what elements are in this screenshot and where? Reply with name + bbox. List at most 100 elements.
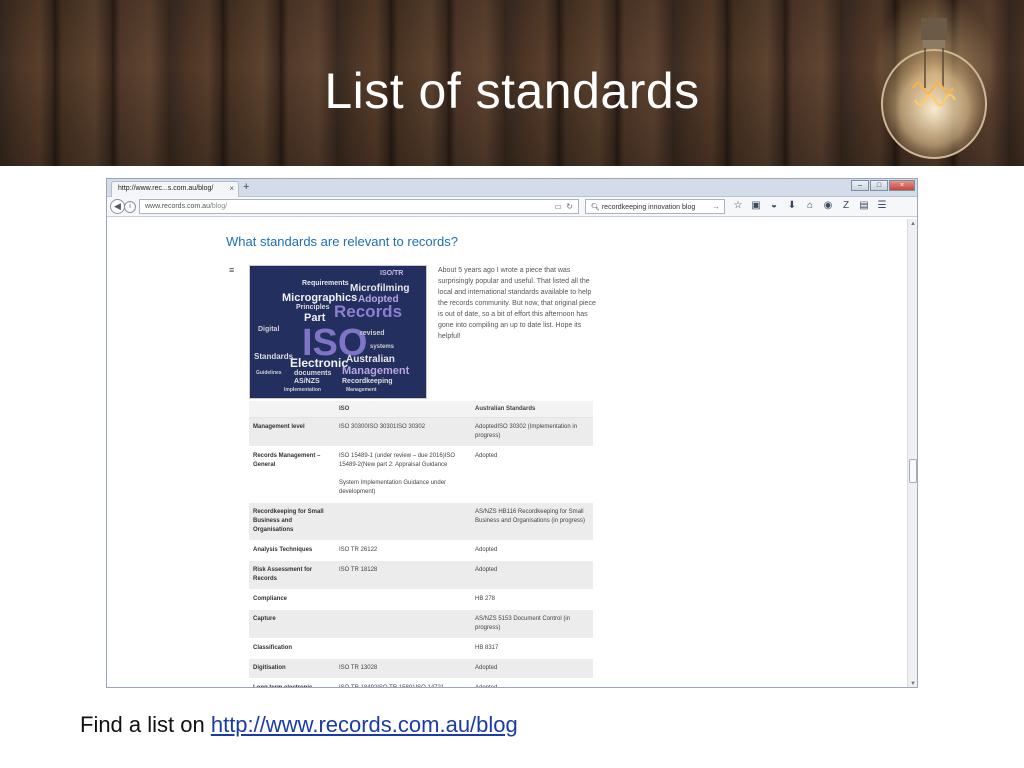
row-australian-cell: Adopted bbox=[471, 560, 593, 590]
wordcloud-word: Records bbox=[334, 302, 403, 321]
row-topic-cell: Capture bbox=[249, 609, 335, 639]
minimize-button[interactable]: – bbox=[851, 180, 869, 191]
reader-reload-icons: ▭ ↻ bbox=[554, 202, 573, 211]
wordcloud-word: Management bbox=[342, 365, 410, 377]
footer-text: Find a list on bbox=[80, 712, 211, 737]
blog-link[interactable]: http://www.records.com.au/blog bbox=[211, 712, 518, 737]
wordcloud-word: revised bbox=[360, 330, 385, 337]
standard-post-icon: ≡ bbox=[229, 265, 235, 275]
row-topic-cell: Management level bbox=[249, 417, 335, 447]
scroll-down-icon[interactable]: ▼ bbox=[909, 680, 917, 687]
row-topic-cell: Compliance bbox=[249, 589, 335, 610]
address-bar[interactable]: www.records.com.au/blog/ ▭ ↻ bbox=[139, 199, 579, 214]
browser-window: http://www.rec...s.com.au/blog/ × + – □ … bbox=[106, 178, 918, 688]
new-tab-button[interactable]: + bbox=[243, 181, 249, 193]
row-australian-cell: AS/NZS HB116 Recordkeeping for Small Bus… bbox=[471, 502, 593, 541]
column-header: ISO bbox=[335, 401, 471, 418]
row-australian-cell: Adopted bbox=[471, 540, 593, 561]
row-iso-cell: ISO TR 18492ISO TR 15801ISO 14721 bbox=[335, 678, 471, 687]
row-iso-note: System Implementation Guidance under dev… bbox=[339, 480, 447, 495]
wordcloud-word: Requirements bbox=[302, 280, 349, 287]
row-iso-cell bbox=[335, 638, 471, 659]
reload-icon[interactable]: ↻ bbox=[566, 202, 573, 211]
reader-view-icon[interactable]: ▭ bbox=[554, 202, 562, 211]
row-topic-cell: Recordkeeping for Small Business and Org… bbox=[249, 502, 335, 541]
maximize-button[interactable]: □ bbox=[870, 180, 888, 191]
tab-close-icon[interactable]: × bbox=[229, 184, 234, 193]
row-iso-cell: ISO TR 18128 bbox=[335, 560, 471, 590]
table-row: Management level ISO 30300ISO 30301ISO 30… bbox=[249, 417, 593, 447]
chat-icon[interactable]: ◉ bbox=[822, 200, 834, 212]
wordcloud-word: documents bbox=[294, 370, 332, 377]
wordcloud-word: Principles bbox=[296, 304, 330, 311]
back-icon[interactable]: ◀ bbox=[110, 199, 125, 214]
home-icon[interactable]: ⌂ bbox=[804, 200, 816, 212]
table-row: Recordkeeping for Small Business and Org… bbox=[249, 502, 593, 541]
extension-icon[interactable]: ▤ bbox=[858, 200, 870, 212]
wordcloud-word: Standards bbox=[254, 352, 294, 361]
row-iso-cell: ISO TR 13028 bbox=[335, 658, 471, 679]
close-window-button[interactable]: × bbox=[889, 180, 915, 191]
row-iso-cell bbox=[335, 609, 471, 639]
row-topic-cell: Risk Assessment for Records bbox=[249, 560, 335, 590]
url-host: www.records.com.au bbox=[145, 203, 210, 210]
row-australian-cell: Adopted bbox=[471, 658, 593, 679]
wordcloud-word: Guidelines bbox=[256, 370, 282, 376]
table-row: Analysis Techniques ISO TR 26122 Adopted bbox=[249, 540, 593, 561]
row-topic-cell: Digitisation bbox=[249, 658, 335, 679]
wordcloud-word: Electronic bbox=[290, 356, 349, 370]
zotero-icon[interactable]: Z bbox=[840, 200, 852, 212]
post-title[interactable]: What standards are relevant to records? bbox=[226, 234, 458, 249]
table-row: Long term electronic storage and accessI… bbox=[249, 678, 593, 687]
standards-table: ISO Australian Standards Management leve… bbox=[249, 401, 593, 687]
page-viewport: What standards are relevant to records? … bbox=[107, 219, 909, 687]
vertical-scrollbar[interactable]: ▲ ▼ bbox=[907, 219, 917, 687]
download-icon[interactable]: ⬇ bbox=[786, 200, 798, 212]
window-controls: – □ × bbox=[851, 180, 915, 191]
reading-list-icon[interactable]: ▣ bbox=[750, 200, 762, 212]
wordcloud-word: Implementation bbox=[284, 387, 321, 393]
slide-title: List of standards bbox=[324, 63, 700, 119]
toolbar-icons: ☆ ▣ ◒ ⬇ ⌂ ◉ Z ▤ ☰ bbox=[732, 200, 888, 212]
wordcloud-word: Microfilming bbox=[350, 283, 410, 294]
bookmark-star-icon[interactable]: ☆ bbox=[732, 200, 744, 212]
table-row: Digitisation ISO TR 13028 Adopted bbox=[249, 658, 593, 679]
row-iso-cell: ISO TR 26122 bbox=[335, 540, 471, 561]
row-australian-cell: HB 278 bbox=[471, 589, 593, 610]
wordcloud-word: Australian bbox=[346, 354, 395, 365]
wordcloud-word: Management bbox=[346, 387, 377, 393]
slide-footer: Find a list on http://www.records.com.au… bbox=[80, 712, 518, 738]
table-row: Compliance HB 278 bbox=[249, 589, 593, 610]
info-icon[interactable]: i bbox=[124, 201, 136, 213]
browser-tab[interactable]: http://www.rec...s.com.au/blog/ × bbox=[111, 181, 239, 197]
table-row: Capture AS/NZS 5153 Document Control (in … bbox=[249, 609, 593, 639]
scroll-thumb[interactable] bbox=[909, 459, 917, 483]
row-australian-cell: Adopted bbox=[471, 678, 593, 687]
search-go-icon[interactable]: → bbox=[712, 202, 720, 211]
pocket-icon[interactable]: ◒ bbox=[768, 200, 780, 212]
row-topic-cell: Long term electronic storage and access bbox=[249, 678, 335, 687]
wordcloud-word: Digital bbox=[258, 326, 280, 333]
wordcloud-word: AS/NZS bbox=[294, 378, 320, 385]
row-australian-cell: HB 8317 bbox=[471, 638, 593, 659]
post-intro-text: About 5 years ago I wrote a piece that w… bbox=[438, 267, 596, 340]
column-header: Australian Standards bbox=[471, 401, 593, 418]
table-body: Management level ISO 30300ISO 30301ISO 30… bbox=[249, 417, 593, 687]
row-topic-cell: Classification bbox=[249, 638, 335, 659]
scroll-up-icon[interactable]: ▲ bbox=[909, 220, 917, 228]
table-row: Risk Assessment for Records ISO TR 18128 A… bbox=[249, 560, 593, 590]
row-iso-cell bbox=[335, 589, 471, 610]
navigation-bar: ◀ i www.records.com.au/blog/ ▭ ↻ 🔍︎ reco… bbox=[107, 197, 917, 217]
row-australian-cell: Adopted bbox=[471, 446, 593, 503]
row-australian-cell: AdoptedISO 30302 (Implementation in prog… bbox=[471, 417, 593, 447]
table-row: Classification HB 8317 bbox=[249, 638, 593, 659]
table-row: Records Management – General ISO 15489-1 … bbox=[249, 446, 593, 503]
row-australian-cell: AS/NZS 5153 Document Control (in progres… bbox=[471, 609, 593, 639]
url-path: /blog/ bbox=[209, 203, 228, 210]
search-input[interactable]: 🔍︎ recordkeeping innovation blog → bbox=[585, 199, 725, 214]
table-header-row: ISO Australian Standards bbox=[249, 401, 593, 418]
row-iso-cell: ISO 15489-1 (under review – due 2016)ISO… bbox=[335, 446, 471, 503]
menu-icon[interactable]: ☰ bbox=[876, 200, 888, 212]
row-iso-cell: ISO 30300ISO 30301ISO 30302 bbox=[335, 417, 471, 447]
tab-title: http://www.rec...s.com.au/blog/ bbox=[118, 185, 214, 192]
